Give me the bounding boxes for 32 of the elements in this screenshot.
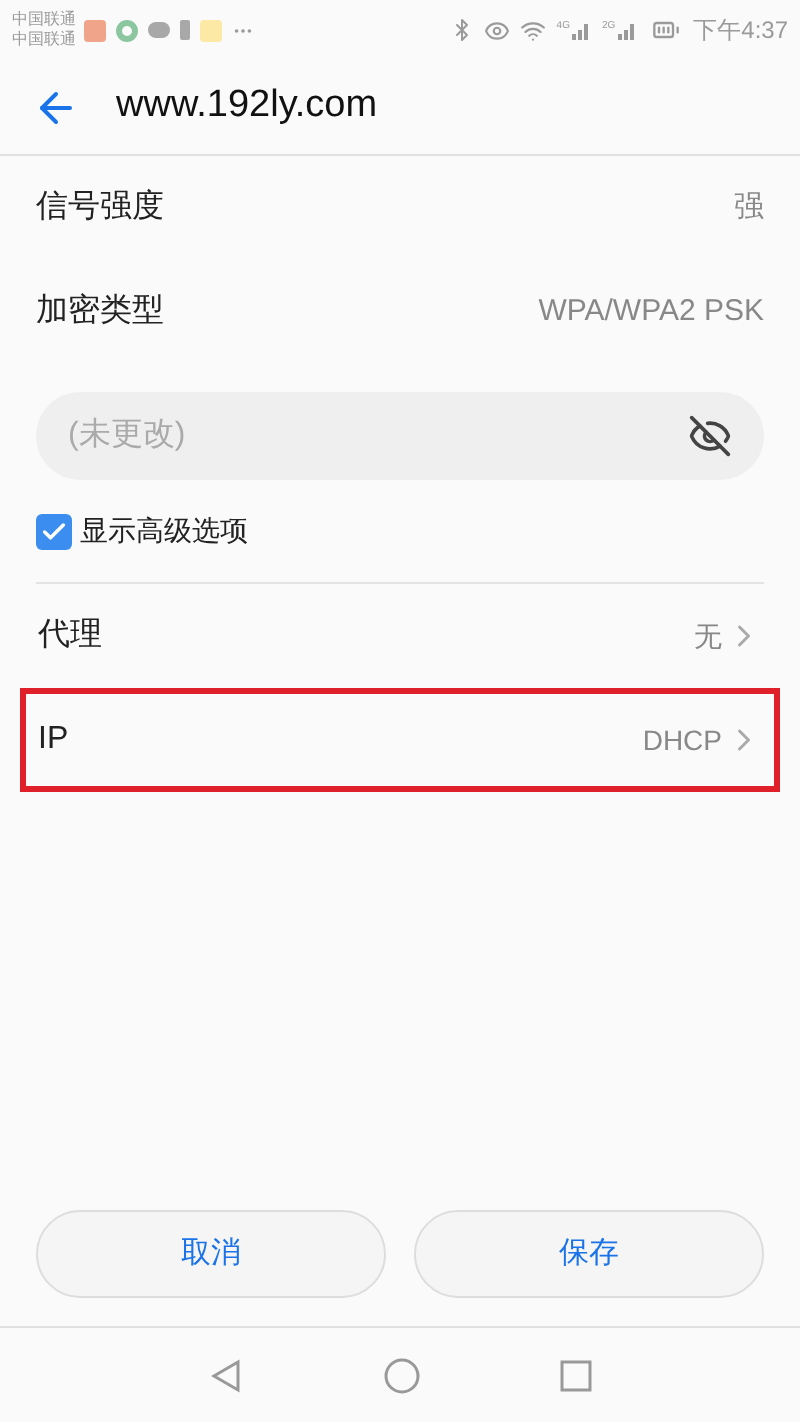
signal-icon	[617, 20, 638, 40]
clock-text: 下午4:37	[693, 14, 788, 48]
setting-label: 代理	[38, 616, 102, 656]
checkbox[interactable]	[36, 513, 72, 549]
setting-value: DHCP	[642, 721, 722, 759]
checkbox-label: 显示高级选项	[80, 512, 248, 550]
setting-value: 无	[694, 617, 722, 655]
recent-square-icon[interactable]	[560, 1359, 592, 1391]
app-icon	[200, 19, 222, 41]
app-icon	[84, 19, 106, 41]
setting-row[interactable]: 代理 无	[20, 584, 780, 688]
setting-row[interactable]: IP DHCP	[20, 688, 780, 792]
setting-label: IP	[38, 720, 69, 760]
eye-icon	[484, 17, 511, 43]
carrier-text: 中国联通	[12, 30, 76, 50]
wifi-icon	[520, 17, 547, 43]
action-button[interactable]: 保存	[414, 1210, 764, 1298]
page-title: www.192ly.com	[116, 82, 378, 131]
back-triangle-icon[interactable]	[208, 1357, 244, 1393]
info-value: WPA/WPA2 PSK	[538, 291, 764, 332]
action-button[interactable]: 取消	[36, 1210, 386, 1298]
password-field[interactable]: (未更改)	[36, 392, 764, 480]
signal-icon	[571, 20, 592, 40]
check-icon	[40, 517, 68, 545]
app-icon	[116, 19, 138, 41]
battery-icon	[647, 16, 684, 44]
info-label: 加密类型	[36, 291, 164, 332]
carrier-text: 中国联通	[12, 10, 76, 30]
info-label: 信号强度	[36, 187, 164, 228]
info-value: 强	[734, 187, 764, 228]
hidden-password-icon[interactable]	[688, 414, 732, 458]
home-circle-icon[interactable]	[384, 1357, 420, 1393]
